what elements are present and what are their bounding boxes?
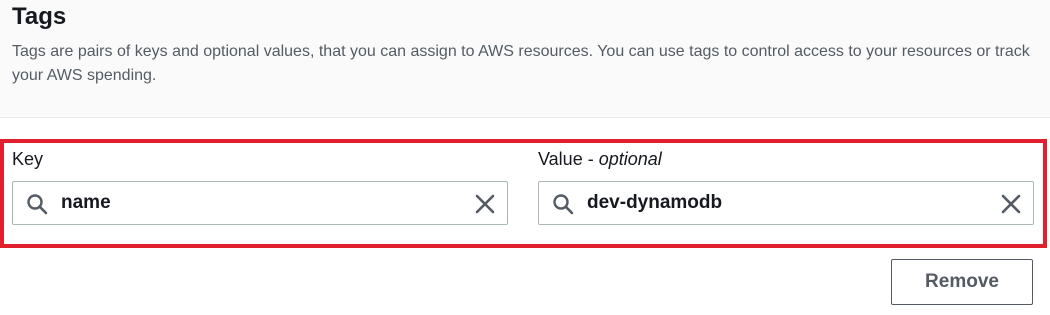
search-icon	[27, 194, 48, 215]
value-input[interactable]	[587, 182, 967, 224]
key-input-container[interactable]	[12, 181, 508, 225]
search-icon	[553, 194, 574, 215]
key-label-text: Key	[12, 149, 44, 169]
remove-button[interactable]: Remove	[891, 259, 1033, 305]
value-input-container[interactable]	[538, 181, 1034, 225]
close-icon[interactable]	[1001, 194, 1021, 214]
value-label-text: Value -	[538, 149, 599, 169]
tags-section-header: Tags Tags are pairs of keys and optional…	[0, 0, 1050, 118]
key-label: Key	[12, 147, 43, 171]
close-icon[interactable]	[475, 194, 495, 214]
value-label-optional: optional	[598, 149, 662, 169]
section-title: Tags	[12, 3, 67, 30]
key-input[interactable]	[61, 182, 441, 224]
value-label: Value - optional	[538, 147, 662, 171]
section-description: Tags are pairs of keys and optional valu…	[12, 43, 1030, 84]
